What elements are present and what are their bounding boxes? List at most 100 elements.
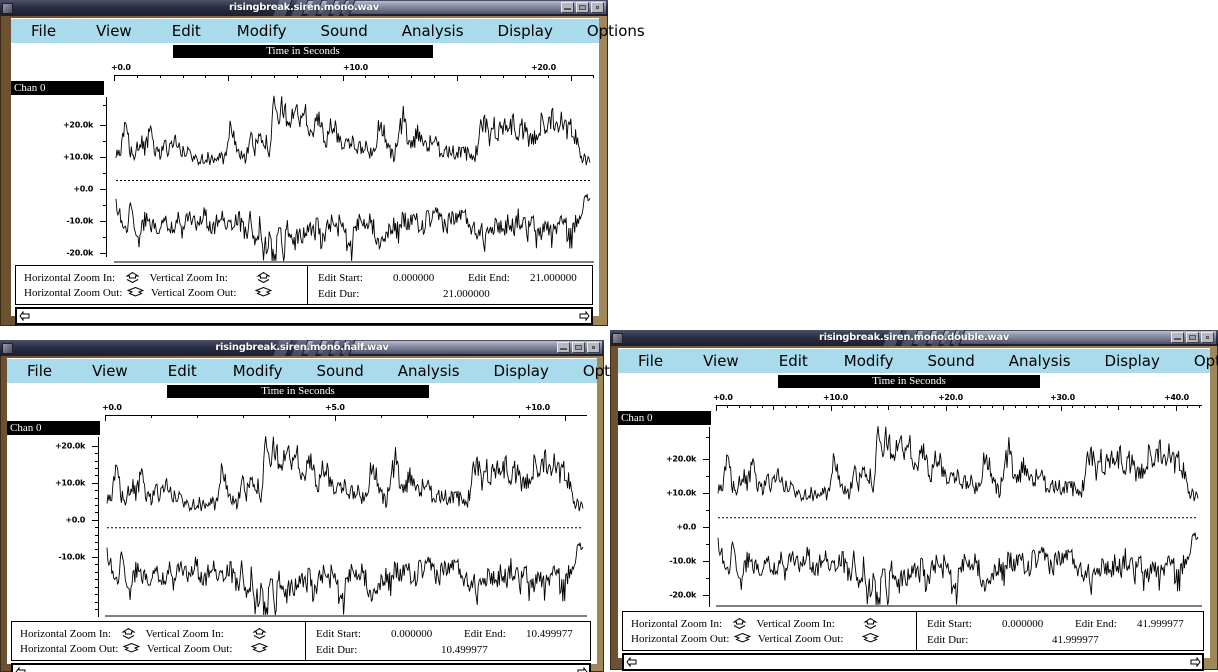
edit-end-value: 41.999977: [1137, 618, 1184, 630]
maximize-button[interactable]: [576, 2, 589, 13]
menu-item-edit[interactable]: Edit: [166, 19, 207, 43]
zoom-out-icon[interactable]: [126, 286, 145, 298]
menu-bar[interactable]: File View Edit Modify Sound Analysis Dis…: [11, 19, 645, 44]
window-risingbreak-siren-mono[interactable]: risingbreak.siren.mono.wav File View Edi…: [0, 0, 645, 326]
edit-info: Edit Start: 0.000000 Edit End: 10.499977…: [306, 622, 590, 660]
zoom-out-icon[interactable]: [122, 642, 141, 654]
menu-item-file[interactable]: File: [632, 349, 669, 373]
horizontal-scrollbar[interactable]: [622, 653, 1204, 671]
zoom-controls[interactable]: Horizontal Zoom In: Vertical Zoom In: Ho…: [12, 622, 306, 660]
scroll-right-icon[interactable]: [577, 309, 591, 323]
menu-item-sound[interactable]: Sound: [314, 19, 373, 43]
menu-item-display[interactable]: Display: [1099, 349, 1166, 373]
horizontal-zoom-out-label: Horizontal Zoom Out:: [24, 287, 123, 299]
menu-item-options[interactable]: Options: [1188, 349, 1218, 373]
amplitude-axis: +20.0k +10.0k +0.0 -10.0k: [7, 437, 99, 617]
y-tick-label: +20.0k: [55, 441, 85, 451]
menu-item-sound[interactable]: Sound: [310, 359, 369, 383]
scroll-left-icon[interactable]: [13, 665, 27, 672]
menu-item-modify[interactable]: Modify: [231, 19, 293, 43]
scroll-right-icon[interactable]: [1188, 655, 1202, 669]
client-area: File View Edit Modify Sound Analysis Dis…: [618, 348, 1218, 671]
zoom-in-icon[interactable]: [255, 271, 272, 284]
zoom-in-icon[interactable]: [862, 617, 879, 630]
menu-item-edit[interactable]: Edit: [773, 349, 814, 373]
window-risingbreak-siren-mono-double[interactable]: risingbreak.siren.mono.double.wav File V…: [610, 330, 1218, 671]
menu-item-edit[interactable]: Edit: [162, 359, 203, 383]
window-risingbreak-siren-mono-half[interactable]: risingbreak.siren.mono.half.wav File Vie…: [0, 340, 641, 672]
zoom-controls[interactable]: Horizontal Zoom In: Vertical Zoom In: Ho…: [16, 266, 308, 304]
menu-item-analysis[interactable]: Analysis: [392, 359, 466, 383]
close-button[interactable]: [591, 2, 604, 13]
menu-item-options[interactable]: Options: [581, 19, 651, 43]
menu-item-file[interactable]: File: [21, 359, 58, 383]
menu-item-modify[interactable]: Modify: [838, 349, 900, 373]
window-title: risingbreak.siren.mono.double.wav: [818, 332, 1010, 343]
channel-label: Chan 0: [11, 81, 104, 95]
scroll-left-icon[interactable]: [17, 309, 31, 323]
y-tick-label: -20.0k: [66, 248, 93, 258]
y-tick-label: +10.0k: [63, 152, 93, 162]
edit-dur-value: 10.499977: [441, 644, 488, 656]
zoom-in-icon[interactable]: [124, 271, 141, 284]
menu-item-sound[interactable]: Sound: [921, 349, 980, 373]
maximize-button[interactable]: [572, 342, 585, 353]
horizontal-scrollbar[interactable]: [15, 307, 593, 325]
waveform-plot[interactable]: [105, 431, 587, 617]
menu-item-view[interactable]: View: [86, 359, 134, 383]
zoom-controls[interactable]: Horizontal Zoom In: Vertical Zoom In: Ho…: [623, 612, 917, 650]
title-bar[interactable]: risingbreak.siren.mono.wav: [0, 0, 608, 16]
minimize-button[interactable]: [1171, 332, 1184, 343]
zoom-in-icon[interactable]: [731, 617, 748, 630]
vertical-zoom-out-label: Vertical Zoom Out:: [146, 643, 233, 655]
ruler-tick-label: +20.0: [531, 63, 556, 72]
edit-dur-label: Edit Dur:: [927, 634, 969, 646]
title-bar[interactable]: risingbreak.siren.mono.double.wav: [610, 330, 1218, 346]
edit-start-label: Edit Start:: [927, 618, 972, 630]
window-buttons[interactable]: [1171, 332, 1214, 343]
menu-item-display[interactable]: Display: [488, 359, 555, 383]
vertical-zoom-out-label: Vertical Zoom Out:: [757, 633, 844, 645]
waveform-svg: [105, 436, 587, 617]
minimize-button[interactable]: [561, 2, 574, 13]
close-button[interactable]: [1201, 332, 1214, 343]
menu-item-view[interactable]: View: [90, 19, 138, 43]
scroll-left-icon[interactable]: [624, 655, 638, 669]
waveform-plot[interactable]: [114, 91, 594, 263]
scrollbar-trough[interactable]: [31, 309, 577, 323]
menu-item-view[interactable]: View: [697, 349, 745, 373]
maximize-button[interactable]: [1186, 332, 1199, 343]
title-bar[interactable]: risingbreak.siren.mono.half.wav: [0, 340, 604, 356]
minimize-button[interactable]: [557, 342, 570, 353]
zoom-in-icon[interactable]: [251, 627, 268, 640]
scrollbar-trough[interactable]: [27, 665, 575, 672]
menu-bar[interactable]: File View Edit Modify Sound Analysis Dis…: [618, 349, 1218, 374]
horizontal-scrollbar[interactable]: [11, 663, 591, 672]
scrollbar-trough[interactable]: [638, 655, 1188, 669]
zoom-in-icon[interactable]: [120, 627, 137, 640]
ruler-tick-labels: +0.0 +10.0 +20.0: [11, 63, 599, 73]
zoom-out-icon[interactable]: [733, 632, 752, 644]
waveform-svg: [114, 95, 594, 263]
menu-item-file[interactable]: File: [25, 19, 62, 43]
close-button[interactable]: [587, 342, 600, 353]
window-buttons[interactable]: [561, 2, 604, 13]
y-tick-label: +20.0k: [666, 454, 696, 464]
zoom-out-icon[interactable]: [861, 632, 880, 644]
edit-end-value: 10.499977: [526, 628, 573, 640]
zoom-out-icon[interactable]: [250, 642, 269, 654]
y-tick-label: +20.0k: [63, 120, 93, 130]
window-buttons[interactable]: [557, 342, 600, 353]
horizontal-zoom-out-label: Horizontal Zoom Out:: [631, 633, 730, 645]
menu-item-display[interactable]: Display: [492, 19, 559, 43]
waveform-plot[interactable]: [716, 421, 1202, 607]
ruler-tick-label: +0.0: [102, 403, 122, 412]
edit-end-label: Edit End:: [1075, 618, 1117, 630]
scroll-right-icon[interactable]: [575, 665, 589, 672]
zoom-out-icon[interactable]: [254, 286, 273, 298]
y-tick-label: -10.0k: [66, 216, 93, 226]
menu-bar[interactable]: File View Edit Modify Sound Analysis Dis…: [7, 359, 641, 384]
menu-item-analysis[interactable]: Analysis: [1003, 349, 1077, 373]
menu-item-analysis[interactable]: Analysis: [396, 19, 470, 43]
menu-item-modify[interactable]: Modify: [227, 359, 289, 383]
